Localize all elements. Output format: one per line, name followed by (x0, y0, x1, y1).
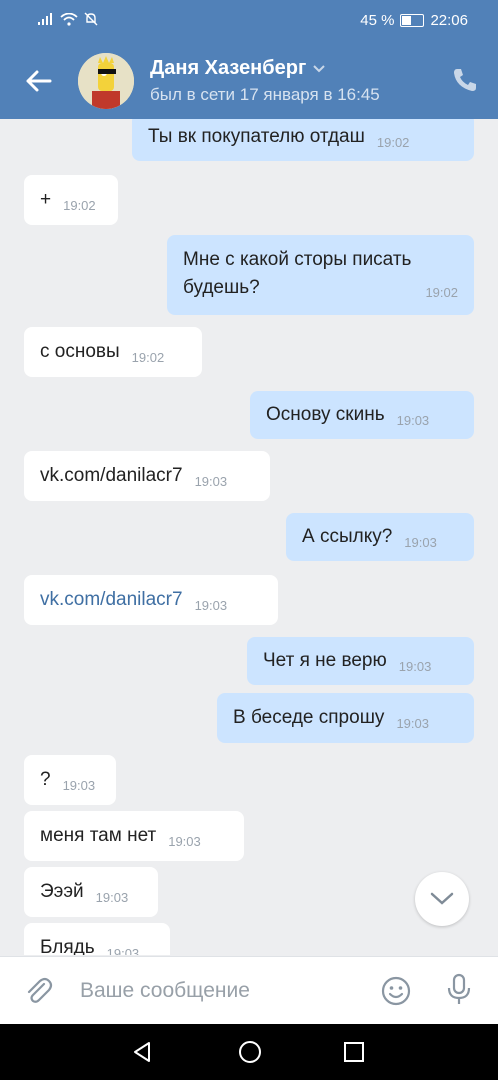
back-button[interactable] (18, 63, 58, 99)
mute-bell-icon (84, 12, 98, 26)
last-seen: был в сети 17 января в 16:45 (150, 85, 380, 104)
attach-button[interactable] (22, 975, 54, 1007)
status-bar: 45 % 22:06 (0, 0, 498, 41)
microphone-icon (447, 973, 471, 1004)
nav-home-button[interactable] (237, 1039, 263, 1070)
paperclip-icon (27, 977, 53, 1003)
message-incoming[interactable]: с основы 19:02 (24, 327, 202, 377)
chat-header: Даня Хазенберг был в сети 17 января в 16… (0, 41, 498, 119)
wifi-icon (60, 12, 78, 26)
square-recents-icon (344, 1042, 364, 1062)
message-outgoing[interactable]: А ссылку? 19:03 (286, 513, 474, 561)
message-outgoing[interactable]: В беседе спрошу 19:03 (217, 693, 474, 743)
circle-home-icon (239, 1041, 261, 1063)
chevron-down-icon (313, 64, 326, 72)
contact-name: Даня Хазенберг (150, 57, 307, 79)
message-incoming[interactable]: ? 19:03 (24, 755, 116, 805)
triangle-back-icon (134, 1042, 150, 1062)
arrow-left-icon (26, 70, 52, 92)
avatar-image (78, 53, 134, 109)
message-incoming[interactable]: + 19:02 (24, 175, 118, 225)
voice-message-button[interactable] (444, 973, 474, 1007)
message-incoming[interactable]: Блядь 19:03 (24, 923, 170, 955)
signal-icon (38, 13, 52, 25)
call-button[interactable] (450, 65, 480, 95)
message-link[interactable]: vk.com/danilacr7 (40, 589, 183, 611)
system-nav-bar (0, 1024, 498, 1080)
scroll-down-button[interactable] (415, 872, 469, 926)
contact-name-row[interactable]: Даня Хазенберг (150, 57, 326, 80)
battery-percent: 45 % (360, 12, 395, 29)
nav-back-button[interactable] (130, 1040, 154, 1069)
chevron-down-icon (430, 892, 454, 905)
message-outgoing[interactable]: Основу скинь 19:03 (250, 391, 474, 439)
message-composer: Ваше сообщение (0, 956, 498, 1025)
phone-icon (454, 69, 476, 91)
emoji-button[interactable] (380, 975, 412, 1007)
message-outgoing[interactable]: Мне с какой сторы писать будешь? 19:02 (167, 235, 474, 315)
message-incoming[interactable]: меня там нет 19:03 (24, 811, 244, 861)
clock: 22:06 (430, 12, 468, 29)
message-outgoing[interactable]: Ты вк покупателю отдаш 19:02 (132, 119, 474, 161)
smile-icon (381, 976, 411, 1006)
avatar[interactable] (78, 53, 134, 109)
message-outgoing[interactable]: Чет я не верю 19:03 (247, 637, 474, 685)
message-incoming[interactable]: Эээй 19:03 (24, 867, 158, 917)
message-list[interactable]: Ты вк покупателю отдаш 19:02 + 19:02 Мне… (0, 119, 498, 955)
battery-icon (400, 14, 425, 27)
message-input[interactable]: Ваше сообщение (80, 979, 250, 1003)
nav-recents-button[interactable] (343, 1041, 365, 1068)
message-incoming[interactable]: vk.com/danilacr7 19:03 (24, 451, 270, 501)
message-incoming-link[interactable]: vk.com/danilacr7 19:03 (24, 575, 278, 625)
